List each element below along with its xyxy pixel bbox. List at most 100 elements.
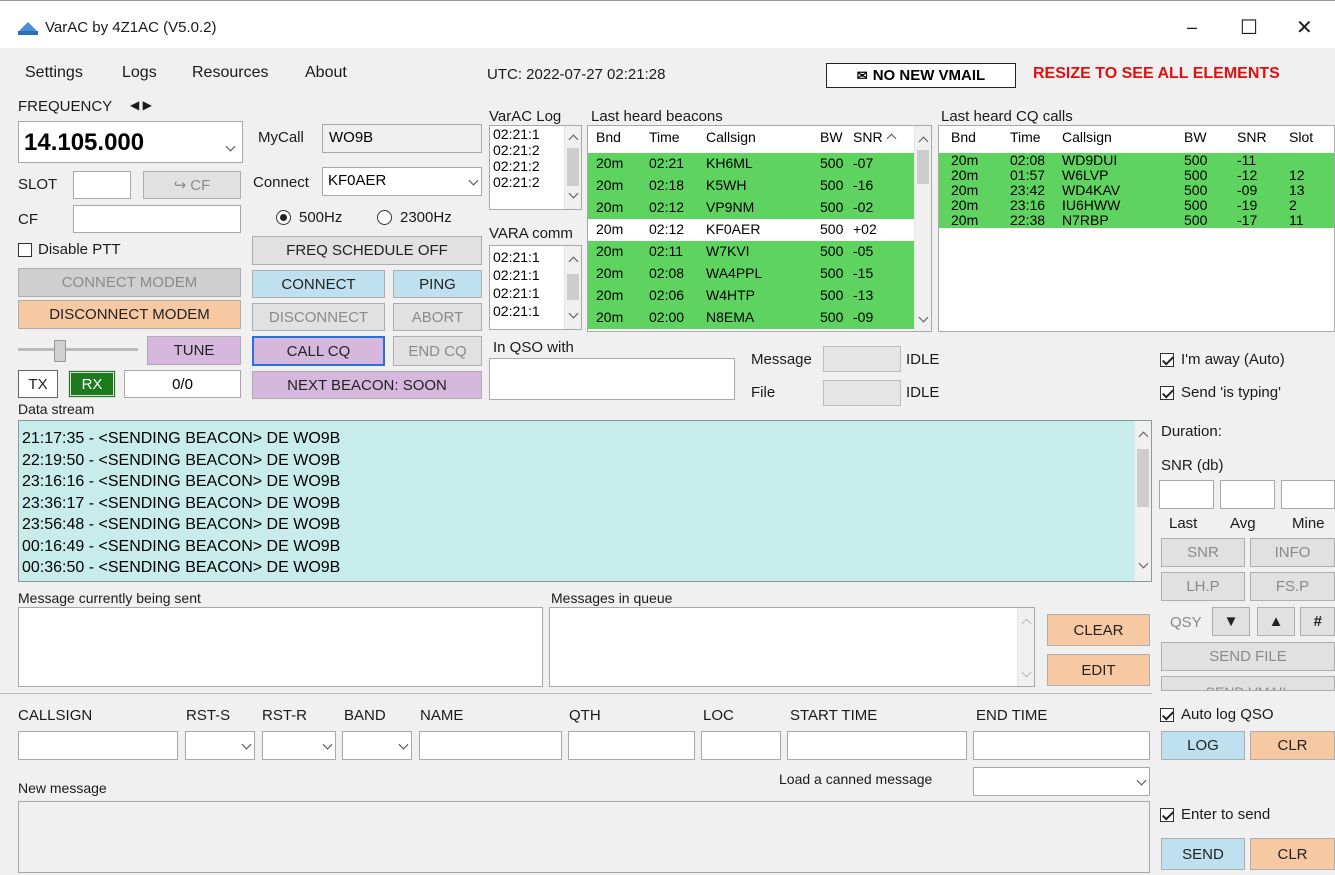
bw-2300-radio[interactable]	[377, 210, 392, 225]
vara-comm-list[interactable]: 02:21:1 02:21:1 02:21:1 02:21:1	[489, 245, 582, 330]
callsign-field[interactable]	[18, 731, 178, 760]
qsy-down-button[interactable]: ▼	[1212, 607, 1250, 636]
connect-callsign-select[interactable]: KF0AER	[322, 167, 482, 196]
cf-field[interactable]	[73, 205, 241, 233]
tune-slider[interactable]	[18, 340, 138, 362]
send-vmail-button[interactable]: SEND VMAIL	[1161, 676, 1335, 691]
beacon-row[interactable]: 20m 02:00 N8EMA 500 -09	[588, 307, 915, 329]
name-field[interactable]	[419, 731, 562, 760]
scroll-up-icon[interactable]	[568, 256, 579, 267]
cq-table[interactable]: Bnd Time Callsign BW SNR Slot 20m 02:08 WD…	[938, 125, 1335, 332]
in-qso-field[interactable]	[489, 358, 735, 400]
scroll-up-icon[interactable]	[1138, 431, 1149, 442]
cq-row[interactable]: 20m 01:57 W6LVP 500 -12 12	[939, 168, 1334, 183]
log-clr-button[interactable]: CLR	[1250, 731, 1335, 760]
edit-queue-button[interactable]: EDIT	[1047, 654, 1150, 686]
rst-s-select[interactable]	[185, 731, 255, 760]
bw-500-radio[interactable]	[276, 210, 291, 225]
data-stream[interactable]: 21:17:35 - <SENDING BEACON> DE WO9B 22:19…	[18, 420, 1152, 582]
col-time[interactable]: Time	[649, 129, 680, 145]
beacon-row[interactable]: 20m 02:21 KH6ML 500 -07	[588, 153, 915, 175]
scroll-thumb[interactable]	[567, 274, 579, 300]
col-snr[interactable]: SNR	[853, 129, 883, 145]
minimize-icon[interactable]: –	[1187, 17, 1197, 38]
send-file-button[interactable]: SEND FILE	[1161, 642, 1335, 671]
scroll-down-icon[interactable]	[1138, 558, 1149, 569]
cf-button[interactable]: ↪ CF	[143, 171, 241, 199]
band-select[interactable]	[342, 731, 412, 760]
col-bw[interactable]: BW	[1184, 129, 1207, 145]
send-clr-button[interactable]: CLR	[1250, 838, 1335, 870]
col-snr[interactable]: SNR	[1237, 129, 1267, 145]
beacon-row[interactable]: 20m 02:11 W7KVI 500 -05	[588, 241, 915, 263]
log-button[interactable]: LOG	[1161, 731, 1245, 760]
col-time[interactable]: Time	[1010, 129, 1041, 145]
queue-box[interactable]	[549, 607, 1035, 687]
scroll-up-icon[interactable]	[568, 134, 579, 145]
disable-ptt-checkbox[interactable]	[18, 243, 32, 257]
mycall-field[interactable]: WO9B	[322, 124, 482, 153]
scroll-up-icon[interactable]	[918, 136, 929, 147]
scroll-thumb[interactable]	[917, 150, 929, 184]
snr-button[interactable]: SNR	[1161, 538, 1245, 567]
scroll-down-icon[interactable]	[568, 188, 579, 199]
scroll-down-icon[interactable]	[918, 312, 929, 323]
col-bnd[interactable]: Bnd	[951, 129, 976, 145]
scroll-down-icon[interactable]	[1021, 667, 1032, 678]
col-callsign[interactable]: Callsign	[1062, 129, 1112, 145]
varac-log-list[interactable]: 02:21:1 02:21:2 02:21:2 02:21:2	[489, 125, 582, 210]
vmail-indicator[interactable]: ✉ NO NEW VMAIL	[826, 63, 1016, 88]
auto-log-checkbox[interactable]	[1160, 708, 1174, 722]
qth-field[interactable]	[568, 731, 695, 760]
start-time-field[interactable]	[787, 731, 967, 760]
cq-row[interactable]: 20m 02:08 WD9DUI 500 -11	[939, 153, 1334, 168]
beacon-row[interactable]: 20m 02:12 KF0AER 500 +02	[588, 219, 915, 241]
scroll-thumb[interactable]	[1137, 449, 1149, 507]
next-beacon-button[interactable]: NEXT BEACON: SOON	[252, 371, 482, 399]
rst-r-select[interactable]	[262, 731, 336, 760]
scroll-up-icon[interactable]	[1021, 618, 1032, 629]
fsp-button[interactable]: FS.P	[1250, 572, 1335, 601]
end-cq-button[interactable]: END CQ	[393, 336, 482, 366]
cq-row[interactable]: 20m 22:38 N7RBP 500 -17 11	[939, 213, 1334, 228]
tune-button[interactable]: TUNE	[147, 336, 241, 365]
beacon-row[interactable]: 20m 02:06 W4HTP 500 -13	[588, 285, 915, 307]
varac-log-scrollbar[interactable]	[564, 126, 581, 209]
ping-button[interactable]: PING	[393, 270, 482, 298]
scroll-thumb[interactable]	[567, 148, 579, 186]
end-time-field[interactable]	[973, 731, 1150, 760]
slot-field[interactable]	[73, 171, 131, 199]
away-checkbox[interactable]	[1160, 353, 1174, 367]
freq-schedule-button[interactable]: FREQ SCHEDULE OFF	[252, 236, 482, 265]
cq-row[interactable]: 20m 23:42 WD4KAV 500 -09 13	[939, 183, 1334, 198]
vara-comm-scrollbar[interactable]	[564, 246, 581, 329]
beacon-row[interactable]: 20m 02:18 K5WH 500 -16	[588, 175, 915, 197]
freq-arrows-icon[interactable]: ◀ ▶	[130, 98, 152, 112]
loc-field[interactable]	[701, 731, 781, 760]
beacon-row[interactable]: 20m 02:08 WA4PPL 500 -15	[588, 263, 915, 285]
menu-resources[interactable]: Resources	[192, 64, 268, 82]
close-icon[interactable]: ✕	[1296, 15, 1313, 40]
new-message-input[interactable]	[18, 801, 1150, 873]
disconnect-modem-button[interactable]: DISCONNECT MODEM	[18, 300, 241, 329]
queue-scrollbar[interactable]	[1017, 608, 1034, 686]
maximize-icon[interactable]: ☐	[1240, 15, 1258, 40]
beacons-scrollbar[interactable]	[914, 126, 931, 331]
abort-button[interactable]: ABORT	[393, 303, 482, 331]
col-callsign[interactable]: Callsign	[706, 129, 756, 145]
enter-to-send-checkbox[interactable]	[1160, 808, 1174, 822]
col-bw[interactable]: BW	[820, 129, 843, 145]
menu-settings[interactable]: Settings	[25, 64, 83, 82]
connect-button[interactable]: CONNECT	[252, 270, 385, 298]
lhp-button[interactable]: LH.P	[1161, 572, 1245, 601]
qsy-hash-button[interactable]: #	[1300, 607, 1335, 636]
connect-modem-button[interactable]: CONNECT MODEM	[18, 268, 241, 297]
current-message-box[interactable]	[18, 607, 543, 687]
scroll-down-icon[interactable]	[568, 308, 579, 319]
col-bnd[interactable]: Bnd	[596, 129, 621, 145]
send-button[interactable]: SEND	[1161, 838, 1245, 870]
data-stream-scrollbar[interactable]	[1134, 421, 1151, 581]
info-button[interactable]: INFO	[1250, 538, 1335, 567]
disconnect-button[interactable]: DISCONNECT	[252, 303, 385, 331]
call-cq-button[interactable]: CALL CQ	[252, 336, 385, 366]
